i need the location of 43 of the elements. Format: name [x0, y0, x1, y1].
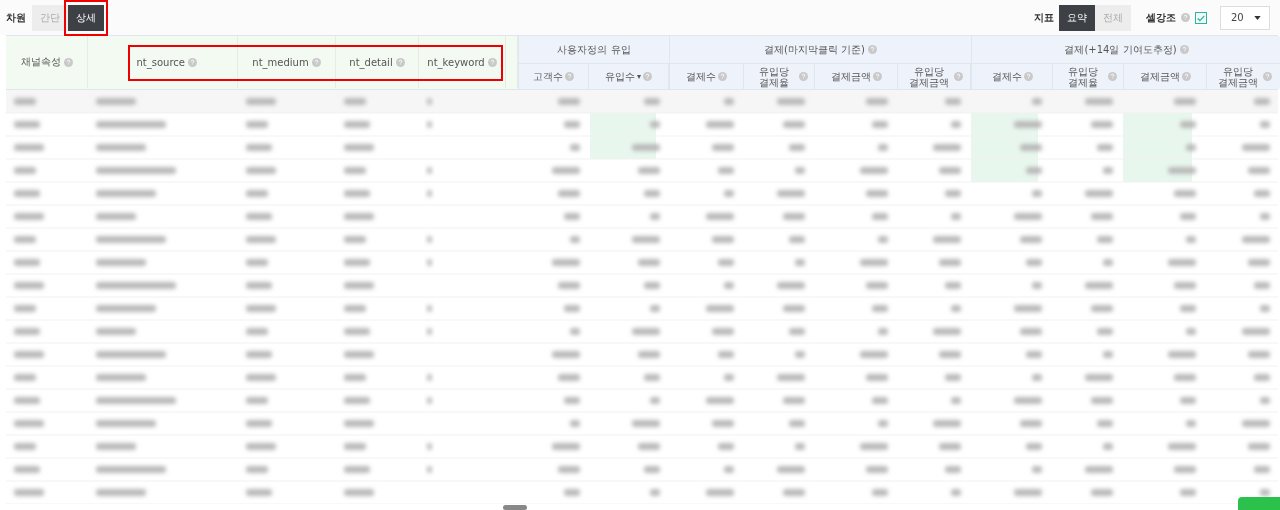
help-icon[interactable]	[487, 57, 497, 67]
help-icon[interactable]	[311, 57, 321, 67]
help-icon[interactable]	[643, 72, 652, 81]
help-icon[interactable]	[872, 72, 882, 81]
caret-icon	[1254, 15, 1261, 20]
group-header: 결제(마지막클릭 기준)	[670, 36, 971, 64]
group-header: 결제(+14일 기여도추정)	[972, 36, 1280, 64]
help-icon[interactable]	[1179, 45, 1189, 54]
help-icon[interactable]	[953, 72, 963, 81]
help-icon[interactable]	[1107, 72, 1117, 81]
help-icon[interactable]	[395, 57, 405, 67]
help-icon[interactable]	[63, 57, 73, 67]
segment-tab[interactable]: 요약	[1059, 4, 1095, 31]
help-icon[interactable]	[798, 72, 808, 81]
dimension-label: 차원	[6, 10, 26, 25]
help-icon[interactable]	[1181, 13, 1190, 22]
page-size-select[interactable]: 20	[1220, 5, 1270, 30]
column-header[interactable]: 유입당 결제율	[1053, 64, 1124, 89]
help-icon[interactable]	[565, 72, 574, 81]
scrollbar-thumb[interactable]	[503, 505, 527, 510]
column-header[interactable]: 결제수	[670, 64, 744, 89]
checkbox[interactable]	[1195, 11, 1207, 24]
help-icon[interactable]	[1263, 72, 1272, 81]
cell-highlight-label: 셀강조	[1146, 10, 1176, 25]
column-header[interactable]: 채널속성	[6, 36, 88, 88]
help-icon[interactable]	[1023, 72, 1033, 81]
column-header[interactable]: nt_keyword	[419, 36, 506, 88]
help-icon[interactable]	[718, 72, 727, 81]
column-header[interactable]: nt_source	[88, 36, 238, 88]
column-header[interactable]: 유입당 결제율	[744, 64, 815, 89]
help-icon[interactable]	[1181, 72, 1191, 81]
column-header[interactable]: 결제수	[972, 64, 1053, 89]
help-icon[interactable]	[188, 57, 197, 67]
column-header[interactable]: 결제금액	[815, 64, 898, 89]
help-icon[interactable]	[868, 45, 877, 54]
segment-tab[interactable]: 상세	[68, 4, 104, 31]
column-header[interactable]: 고객수	[519, 64, 589, 89]
column-header[interactable]: 유입당 결제금액	[1207, 64, 1280, 89]
floating-button[interactable]	[1238, 497, 1280, 510]
column-header[interactable]: 결제금액	[1124, 64, 1207, 89]
column-header[interactable]: nt_medium	[238, 36, 336, 88]
metrics-label: 지표	[1034, 10, 1054, 25]
column-header[interactable]: nt_detail	[336, 36, 419, 88]
